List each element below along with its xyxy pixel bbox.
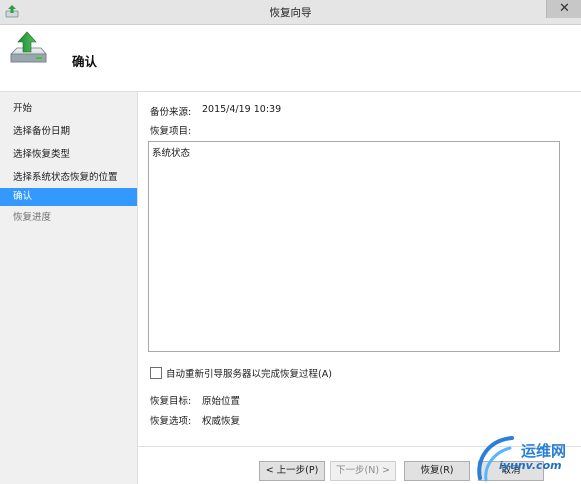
watermark-url: iyunv.com — [499, 459, 562, 472]
step-select-location[interactable]: 选择系统状态恢复的位置 — [0, 169, 137, 187]
backup-source-value: 2015/4/19 10:39 — [202, 104, 282, 115]
close-button[interactable]: ✕ — [546, 0, 581, 18]
next-button[interactable]: 下一步(N) > — [330, 461, 396, 481]
recovery-option-label: 恢复选项: — [150, 416, 192, 427]
list-item: 系统状态 — [152, 148, 191, 159]
recovery-option-value: 权威恢复 — [202, 416, 241, 427]
restore-drive-icon — [10, 31, 47, 63]
reboot-checkbox[interactable] — [150, 367, 162, 379]
recovery-target-label: 恢复目标: — [150, 396, 192, 407]
page-title: 确认 — [72, 54, 98, 69]
step-start[interactable]: 开始 — [0, 100, 137, 118]
recovery-items-label: 恢复项目: — [150, 126, 192, 137]
recovery-target-value: 原始位置 — [202, 396, 241, 407]
recover-button[interactable]: 恢复(R) — [404, 461, 470, 481]
step-select-backup-date[interactable]: 选择备份日期 — [0, 123, 137, 141]
step-recovery-progress: 恢复进度 — [13, 212, 52, 223]
step-select-recovery-type[interactable]: 选择恢复类型 — [0, 146, 137, 164]
close-icon: ✕ — [559, 1, 570, 16]
wizard-steps-sidebar: 开始 选择备份日期 选择恢复类型 选择系统状态恢复的位置 确认 恢复进度 — [0, 92, 138, 484]
previous-button[interactable]: < 上一步(P) — [259, 461, 325, 481]
backup-source-label: 备份来源: — [150, 107, 192, 118]
window-title: 恢复向导 — [269, 7, 312, 19]
title-bar: 恢复向导 ✕ — [0, 0, 581, 25]
watermark-brand: 运维网 — [521, 442, 567, 460]
wizard-header: 确认 — [0, 25, 581, 92]
recovery-items-list[interactable]: 系统状态 — [148, 141, 560, 352]
reboot-checkbox-label[interactable]: 自动重新引导服务器以完成恢复过程(A) — [166, 366, 332, 380]
step-confirm[interactable]: 确认 — [0, 188, 137, 206]
